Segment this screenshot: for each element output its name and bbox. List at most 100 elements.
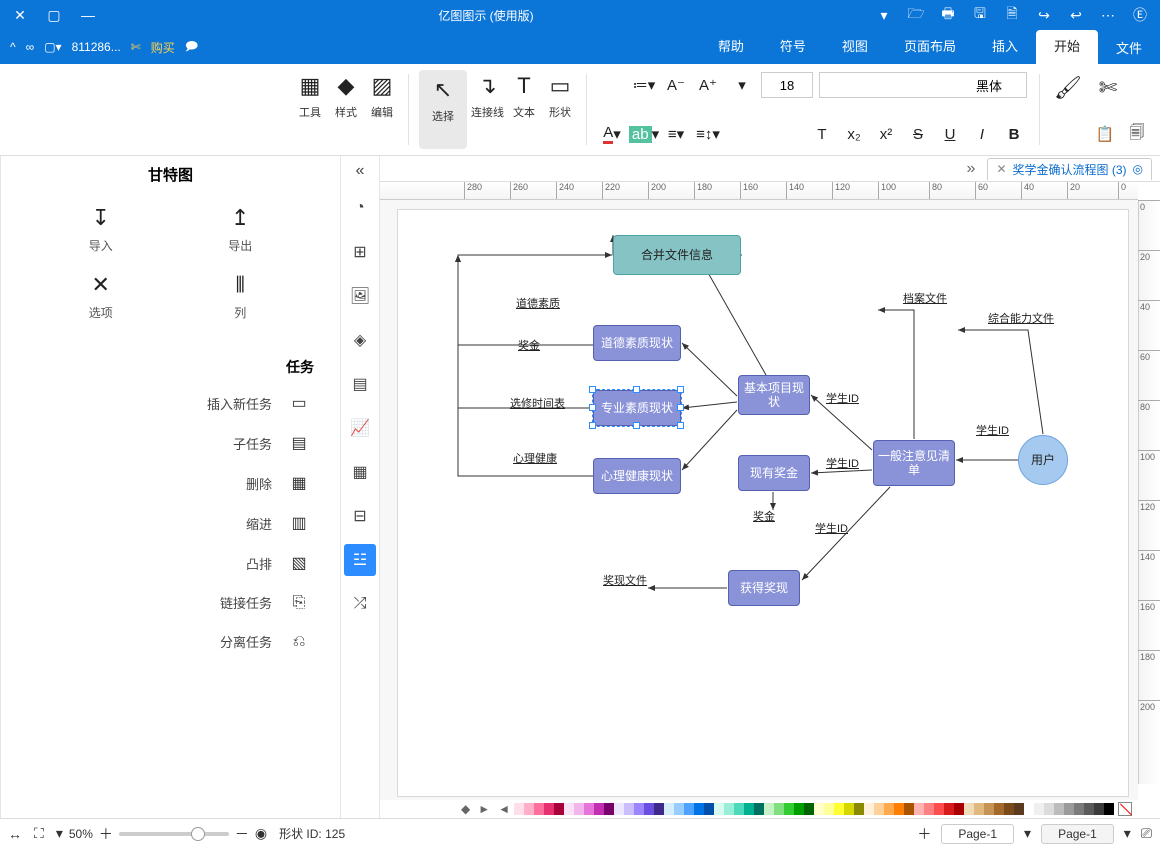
swatch[interactable]	[694, 803, 704, 815]
qat-open-icon[interactable]: 🗁	[902, 1, 930, 29]
swatch[interactable]	[794, 803, 804, 815]
strikethrough-icon[interactable]: S	[905, 121, 931, 147]
swatch[interactable]	[1064, 803, 1074, 815]
template-icon[interactable]: ▢▾	[44, 40, 61, 54]
selection-handle[interactable]	[677, 422, 684, 429]
swatch[interactable]	[644, 803, 654, 815]
align-icon[interactable]: ≡▾	[663, 121, 689, 147]
selection-handle[interactable]	[589, 404, 596, 411]
swatch[interactable]	[674, 803, 684, 815]
swatch[interactable]	[654, 803, 664, 815]
side-import[interactable]: ↧导入	[36, 205, 166, 254]
swatch[interactable]	[704, 803, 714, 815]
swatch[interactable]	[524, 803, 534, 815]
page-tab-active[interactable]: Page-1	[941, 824, 1014, 844]
swatch[interactable]	[944, 803, 954, 815]
copy-icon[interactable]: 🗐	[1124, 121, 1150, 147]
swatch[interactable]	[634, 803, 644, 815]
task-insert[interactable]: ▭插入新任务	[1, 383, 340, 423]
connector-tool[interactable]: ↴连接线	[471, 70, 504, 149]
flow-node-form[interactable]: 一般注意见清单	[873, 440, 955, 486]
shape-tool[interactable]: ▭形状	[544, 70, 576, 149]
superscript-icon[interactable]: x²	[873, 121, 899, 147]
swatch[interactable]	[1054, 803, 1064, 815]
swatch[interactable]	[774, 803, 784, 815]
subscript-icon[interactable]: x₂	[841, 121, 867, 147]
swatch[interactable]	[914, 803, 924, 815]
selection-handle[interactable]	[677, 386, 684, 393]
no-fill-icon[interactable]	[1118, 802, 1132, 816]
page-menu-icon[interactable]: ▾	[1024, 825, 1031, 842]
swatch[interactable]	[764, 803, 774, 815]
page-tab-1[interactable]: Page-1	[1041, 824, 1114, 844]
tab-layout[interactable]: 页面布局	[886, 30, 974, 64]
swatch[interactable]	[1084, 803, 1094, 815]
highlight-icon[interactable]: ab▾	[631, 121, 657, 147]
tool-fill[interactable]: ◔	[344, 192, 376, 224]
font-increase-icon[interactable]: A⁺	[695, 72, 721, 98]
selection-handle[interactable]	[589, 386, 596, 393]
side-options[interactable]: ✕选项	[36, 272, 166, 321]
format-painter-icon[interactable]: 🖌	[1052, 72, 1084, 104]
swatch[interactable]	[824, 803, 834, 815]
italic-icon[interactable]: I	[969, 121, 995, 147]
swatch[interactable]	[604, 803, 614, 815]
swatch[interactable]	[714, 803, 724, 815]
underline-icon[interactable]: U	[937, 121, 963, 147]
swatch[interactable]	[534, 803, 544, 815]
swatch[interactable]	[1014, 803, 1024, 815]
task-delete[interactable]: ▦删除	[1, 463, 340, 503]
swatch[interactable]	[834, 803, 844, 815]
qat-more-icon[interactable]: ⋯	[1094, 1, 1122, 29]
flow-node-pro[interactable]: 专业素质现状	[593, 390, 681, 426]
swatch[interactable]	[554, 803, 564, 815]
task-outdent[interactable]: ▧凸排	[1, 543, 340, 583]
qat-redo-icon[interactable]: ↪	[1030, 1, 1058, 29]
bullets-icon[interactable]: ≔▾	[631, 72, 657, 98]
page-list-icon[interactable]: ▾	[1124, 825, 1131, 842]
qat-dropdown-icon[interactable]: ▾	[870, 1, 898, 29]
swatch[interactable]	[954, 803, 964, 815]
swatch[interactable]	[614, 803, 624, 815]
task-unlink[interactable]: ⎌分离任务	[1, 622, 340, 661]
swatch[interactable]	[864, 803, 874, 815]
swatch[interactable]	[1044, 803, 1054, 815]
swatch[interactable]	[1034, 803, 1044, 815]
swatch[interactable]	[874, 803, 884, 815]
tool-layers[interactable]: ◈	[344, 324, 376, 356]
qat-print-icon[interactable]: 🖶	[934, 1, 962, 29]
font-family-select[interactable]	[819, 72, 1027, 98]
flow-node-baseinfo[interactable]: 基本项目现状	[738, 375, 810, 415]
swatch[interactable]	[1104, 803, 1114, 815]
selection-handle[interactable]	[589, 422, 596, 429]
swatch[interactable]	[574, 803, 584, 815]
swatch[interactable]	[544, 803, 554, 815]
tool-random[interactable]: ⤮	[344, 588, 376, 620]
share-icon[interactable]: ∞	[26, 40, 35, 54]
right-collapse-icon[interactable]: »	[961, 160, 982, 178]
zoom-slider[interactable]	[119, 832, 229, 836]
swatch[interactable]	[754, 803, 764, 815]
zoom-in-icon[interactable]: ＋	[99, 824, 113, 844]
scissors-icon[interactable]: ✄	[131, 40, 141, 54]
side-export[interactable]: ↥导出	[175, 205, 305, 254]
swatch[interactable]	[1024, 803, 1034, 815]
fullscreen-icon[interactable]: ⛶	[34, 825, 44, 842]
upgrade-button[interactable]: 购买	[151, 39, 175, 56]
font-size-dropdown-icon[interactable]: ▾	[729, 72, 755, 98]
flow-node-merge[interactable]: 合并文件信息	[613, 235, 741, 275]
document-tab[interactable]: ✕ 奖学金确认流程图 (3) ◎	[987, 158, 1152, 180]
qat-new-icon[interactable]: 🗎	[998, 1, 1026, 29]
feedback-icon[interactable]: 🗩	[185, 37, 198, 58]
tab-start[interactable]: 开始	[1036, 30, 1098, 64]
swatch[interactable]	[784, 803, 794, 815]
swatch[interactable]	[984, 803, 994, 815]
zoom-out-icon[interactable]: －	[235, 824, 249, 844]
select-tool[interactable]: ↖选择	[419, 70, 467, 149]
swatch[interactable]	[744, 803, 754, 815]
tab-symbols[interactable]: 符号	[762, 30, 824, 64]
window-maximize-button[interactable]: ▢	[40, 1, 68, 29]
swatch[interactable]	[854, 803, 864, 815]
color-palette[interactable]: ◄ ► ◆	[380, 800, 1138, 818]
tool-shapes-lib[interactable]: ⊞	[344, 236, 376, 268]
